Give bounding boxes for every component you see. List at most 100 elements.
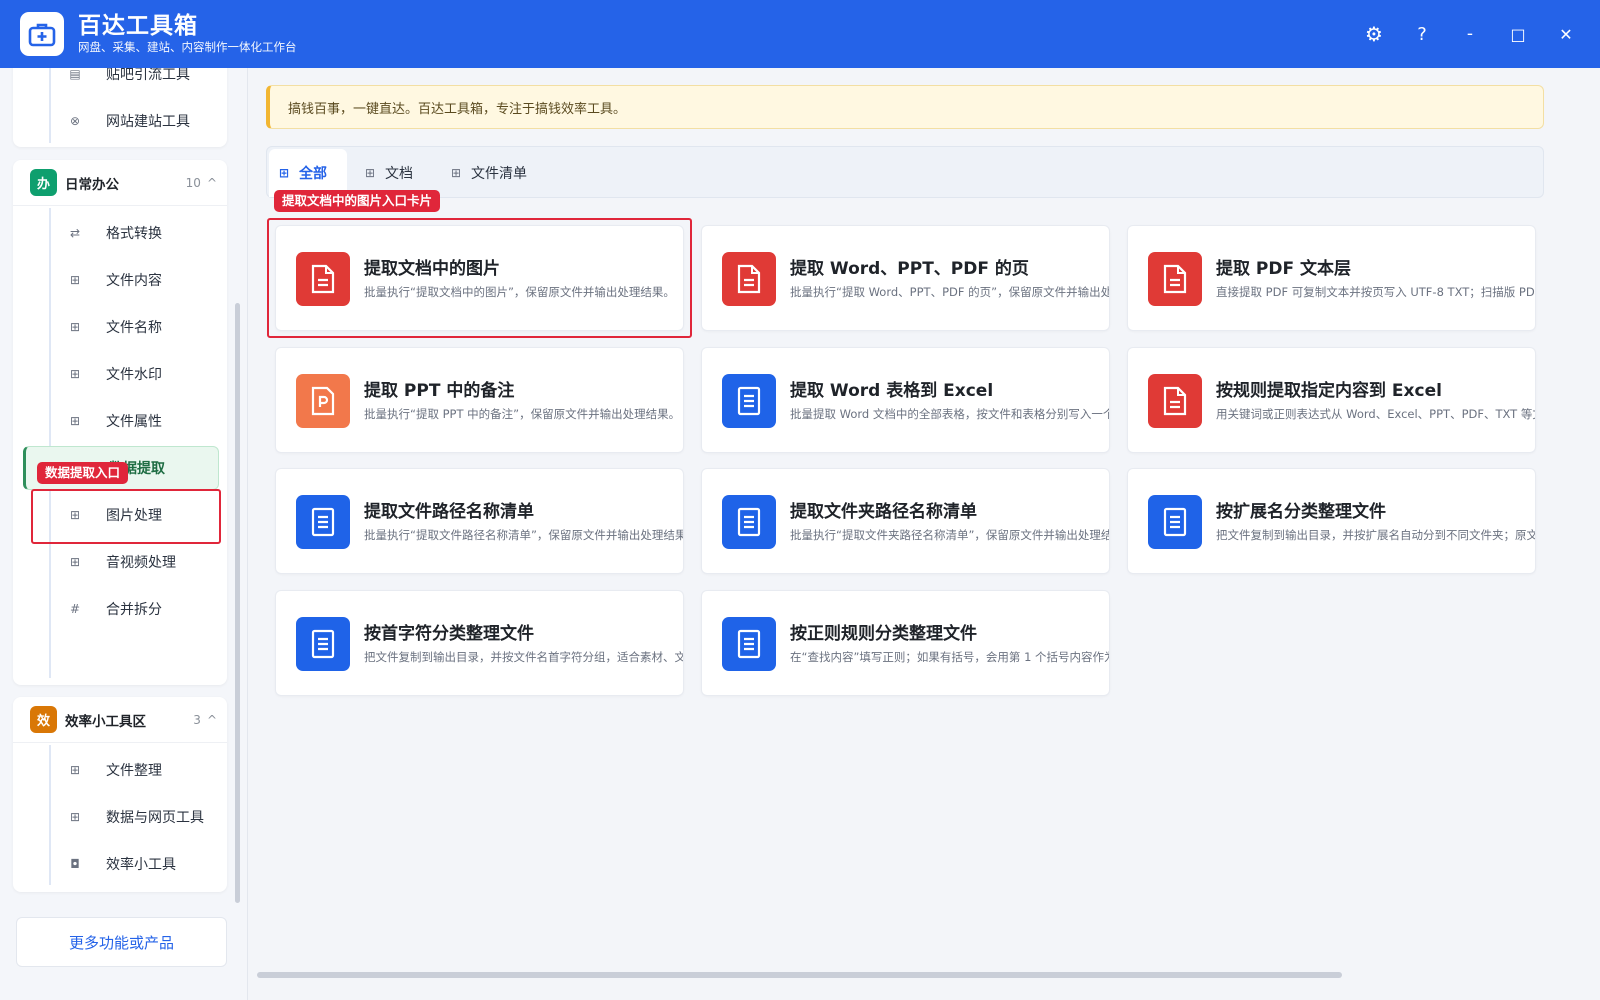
app-subtitle: 网盘、采集、建站、内容制作一体化工作台 — [78, 40, 297, 54]
sidebar-item-label: 图片处理 — [106, 508, 162, 524]
list-doc-icon — [722, 495, 776, 549]
ppt-icon — [296, 373, 350, 428]
sidebar-item-label: 文件内容 — [106, 273, 162, 289]
grid-icon: ⊞ — [451, 166, 462, 180]
sidebar: ▤ 贴吧引流工具 ⊗ 网站建站工具 办 日常办公 10 ^ ⇄ 格式转换 ⊞ 文件内容… — [0, 68, 248, 1000]
card-title: 提取文档中的图片 — [364, 259, 500, 279]
sidebar-item-label: 音视频处理 — [106, 555, 176, 571]
horizontal-scrollbar[interactable] — [257, 972, 1342, 978]
sidebar-item[interactable]: ⊞ 文件名称 — [23, 305, 219, 349]
card-description: 在“查找内容”填写正则；如果有括号，会用第 1 个括号内容作为分类文件夹名。 — [790, 649, 1110, 664]
sidebar-group-efficiency: 效 效率小工具区 3 ^ ⊞ 文件整理 ⊞ 数据与网页工具 ◘ 效率小工具 — [13, 697, 227, 892]
grid-icon: ⊞ — [69, 273, 81, 287]
grid-icon: ⊞ — [365, 166, 376, 180]
doc-icon: ▤ — [69, 68, 81, 81]
help-icon[interactable]: ? — [1398, 10, 1446, 58]
sidebar-item[interactable]: ⊞ 音视频处理 — [23, 540, 219, 584]
maximize-button[interactable]: □ — [1494, 10, 1542, 58]
tool-card[interactable]: 提取 PPT 中的备注批量执行“提取 PPT 中的备注”，保留原文件并输出处理结… — [275, 346, 684, 453]
title-bar: 百达工具箱 网盘、采集、建站、内容制作一体化工作台 ⚙ ? - □ ✕ — [0, 0, 1600, 68]
card-title: 按正则规则分类整理文件 — [790, 623, 977, 644]
document-icon — [1148, 252, 1202, 306]
document-icon — [722, 252, 776, 306]
sidebar-item[interactable]: ⊞ 数据与网页工具 — [23, 795, 219, 839]
sidebar-item-tieba[interactable]: ▤ 贴吧引流工具 — [23, 68, 219, 96]
card-description: 把文件复制到输出目录，并按扩展名自动分到不同文件夹；原文件不变。 — [1216, 528, 1536, 542]
globe-icon: ⊗ — [69, 114, 81, 128]
grid-icon: ⊞ — [279, 166, 290, 180]
sidebar-item[interactable]: # 合并拆分 — [23, 587, 219, 631]
sidebar-item[interactable]: ⊞ 文件整理 — [23, 748, 219, 792]
tool-card[interactable]: 提取文件夹路径名称清单批量执行“提取文件夹路径名称清单”，保留原文件并输出处理结… — [701, 468, 1110, 574]
collapse-caret-icon[interactable]: ^ — [207, 713, 217, 727]
tool-card[interactable]: 提取文档中的图片 批量执行“提取文档中的图片”，保留原文件并输出处理结果。 — [275, 225, 684, 331]
card-title: 提取 PPT 中的备注 — [364, 380, 515, 401]
sidebar-item-label: 合并拆分 — [106, 602, 162, 618]
main-content: 搞钱百事，一键直达。百达工具箱，专注于搞钱效率工具。 ⊞ 全部 ⊞ 文档 ⊞ 文… — [249, 68, 1600, 1000]
category-tabs: ⊞ 全部 ⊞ 文档 ⊞ 文件清单 — [266, 146, 1544, 198]
more-features-button[interactable]: 更多功能或产品 — [16, 917, 227, 967]
sidebar-item-site-builder[interactable]: ⊗ 网站建站工具 — [23, 99, 219, 143]
sidebar-item[interactable]: ⊞ 图片处理 — [23, 493, 219, 537]
collapse-caret-icon[interactable]: ^ — [207, 176, 217, 190]
sidebar-item-label: 效率小工具 — [106, 857, 176, 873]
tool-card[interactable]: 提取文件路径名称清单 批量执行“提取文件路径名称清单”，保留原文件并输出处理结果。 — [275, 468, 684, 574]
toolbox-logo-icon — [20, 12, 64, 56]
card-title: 提取 PDF 文本层 — [1216, 259, 1352, 279]
tool-card[interactable]: 按首字符分类整理文件把文件复制到输出目录，并按文件名首字符分组，适合素材、文档整… — [275, 589, 684, 696]
card-title: 提取 Word、PPT、PDF 的页 — [790, 259, 1029, 279]
extract-images-annotation-tag: 提取文档中的图片入口卡片 — [274, 190, 441, 212]
sidebar-item[interactable]: ⊞ 文件水印 — [23, 352, 219, 396]
tool-card[interactable]: 提取 Word 表格到 Excel 批量提取 Word 文档中的全部表格，按文件和… — [701, 346, 1110, 453]
sidebar-item[interactable]: ⇄ 格式转换 — [23, 211, 219, 255]
tool-card[interactable]: 提取 PDF 文本层直接提取 PDF 可复制文本并按页写入 UTF-8 TXT；… — [1127, 225, 1536, 331]
card-title: 按规则提取指定内容到 Excel — [1216, 380, 1442, 401]
group-count: 10 — [185, 175, 201, 190]
hash-icon: # — [69, 602, 81, 616]
group-name: 日常办公 — [65, 176, 119, 193]
card-description: 批量执行“提取 Word、PPT、PDF 的页”，保留原文件并输出处理结果。 — [790, 285, 1109, 299]
grid-icon: ⊞ — [69, 414, 81, 428]
tool-card[interactable]: 按扩展名分类整理文件把文件复制到输出目录，并按扩展名自动分到不同文件夹；原文件不… — [1127, 468, 1536, 574]
close-button[interactable]: ✕ — [1542, 10, 1590, 58]
settings-gear-icon[interactable]: ⚙ — [1350, 10, 1398, 58]
grid-icon: ⊞ — [69, 810, 81, 824]
sidebar-item[interactable]: ◘ 效率小工具 — [23, 842, 219, 886]
tool-card[interactable]: 按正则规则分类整理文件在“查找内容”填写正则；如果有括号，会用第 1 个括号内容… — [701, 589, 1110, 696]
app-title: 百达工具箱 — [78, 13, 198, 39]
card-description: 批量执行“提取文件夹路径名称清单”，保留原文件并输出处理结果。 — [790, 528, 1110, 542]
list-doc-icon — [722, 373, 776, 428]
swap-icon: ⇄ — [69, 226, 81, 240]
sidebar-item[interactable]: ⊞ 文件属性 — [23, 399, 219, 443]
tool-card[interactable]: 提取 Word、PPT、PDF 的页批量执行“提取 Word、PPT、PDF 的… — [701, 225, 1110, 331]
data-extract-annotation-tag: 数据提取入口 — [37, 462, 129, 484]
sidebar-item-label: 文件整理 — [106, 763, 162, 779]
grid-icon: ⊞ — [69, 763, 81, 777]
notice-banner: 搞钱百事，一键直达。百达工具箱，专注于搞钱效率工具。 — [266, 85, 1544, 129]
sidebar-scrollbar[interactable] — [235, 303, 240, 903]
card-title: 提取文件夹路径名称清单 — [790, 502, 977, 522]
card-description: 批量执行“提取 PPT 中的备注”，保留原文件并输出处理结果。 — [364, 406, 681, 421]
card-title: 提取文件路径名称清单 — [364, 502, 534, 522]
tab-file-list[interactable]: ⊞ 文件清单 — [441, 149, 547, 197]
card-description: 把文件复制到输出目录，并按文件名首字符分组，适合素材、文档整理。 — [364, 649, 684, 664]
group-header-efficiency[interactable]: 效 效率小工具区 3 ^ — [13, 697, 227, 743]
tool-card[interactable]: 按规则提取指定内容到 Excel 用关键词或正则表达式从 Word、Excel、P… — [1127, 346, 1536, 453]
card-description: 批量提取 Word 文档中的全部表格，按文件和表格分别写入一个 Excel。 — [790, 406, 1110, 421]
card-description: 用关键词或正则表达式从 Word、Excel、PPT、PDF、TXT 等文档中提… — [1216, 406, 1535, 421]
document-icon — [1148, 373, 1202, 428]
list-doc-icon — [722, 616, 776, 671]
card-description: 直接提取 PDF 可复制文本并按页写入 UTF-8 TXT；扫描版 PDF 请使… — [1216, 285, 1535, 299]
sidebar-item-label: 格式转换 — [106, 226, 162, 242]
sidebar-item-label: 文件名称 — [106, 320, 162, 336]
grid-icon: ⊞ — [69, 320, 81, 334]
sidebar-item-label: 文件水印 — [106, 367, 162, 383]
sidebar-item-label: 数据与网页工具 — [106, 810, 204, 826]
group-header-office[interactable]: 办 日常办公 10 ^ — [13, 160, 227, 206]
group-count: 3 — [193, 712, 201, 727]
grid-icon: ⊞ — [69, 367, 81, 381]
list-doc-icon — [1148, 495, 1202, 549]
minimize-button[interactable]: - — [1446, 10, 1494, 58]
sidebar-item[interactable]: ⊞ 文件内容 — [23, 258, 219, 302]
document-icon — [296, 252, 350, 306]
